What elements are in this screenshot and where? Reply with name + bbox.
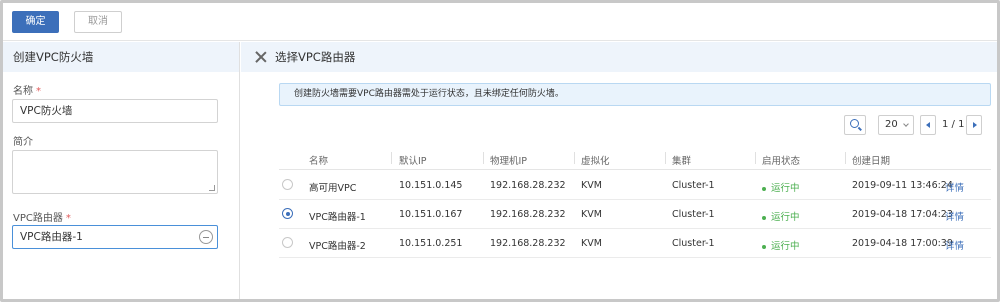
cell-cluster: Cluster-1 bbox=[672, 238, 715, 249]
column-header-name: 名称 bbox=[309, 156, 329, 167]
column-header-host-ip: 物理机IP bbox=[490, 156, 528, 167]
cell-hypervisor: KVM bbox=[581, 209, 602, 220]
column-header-hypervisor: 虚拟化 bbox=[581, 156, 610, 167]
chevron-down-icon bbox=[903, 121, 909, 127]
cell-cluster: Cluster-1 bbox=[672, 180, 715, 191]
cell-name: 高可用VPC bbox=[309, 183, 357, 194]
page-size-select[interactable]: 20 bbox=[878, 115, 914, 135]
resize-grip-icon[interactable] bbox=[209, 185, 215, 191]
status-badge: 运行中 bbox=[762, 180, 800, 194]
column-header-default-ip: 默认IP bbox=[399, 156, 427, 167]
cancel-button[interactable]: 取消 bbox=[74, 11, 122, 33]
minus-circle-icon[interactable] bbox=[199, 230, 213, 244]
column-divider bbox=[845, 152, 846, 164]
router-panel-header: 选择VPC路由器 bbox=[241, 42, 997, 72]
vpc-router-label: VPC路由器 * bbox=[13, 213, 71, 224]
name-label: 名称 * bbox=[13, 86, 41, 97]
cell-default-ip: 10.151.0.167 bbox=[399, 209, 463, 220]
table-row[interactable]: VPC路由器-1 10.151.0.167 192.168.28.232 KVM… bbox=[279, 200, 991, 229]
vpc-router-value: VPC路由器-1 bbox=[20, 231, 83, 243]
search-button[interactable] bbox=[844, 115, 866, 135]
close-icon[interactable] bbox=[254, 50, 268, 64]
cell-hypervisor: KVM bbox=[581, 180, 602, 191]
table-row[interactable]: 高可用VPC 10.151.0.145 192.168.28.232 KVM C… bbox=[279, 171, 991, 200]
page-size-value: 20 bbox=[885, 119, 898, 130]
status-badge: 运行中 bbox=[762, 238, 800, 252]
cell-cluster: Cluster-1 bbox=[672, 209, 715, 220]
details-link[interactable]: 详情 bbox=[945, 209, 964, 223]
description-label: 简介 bbox=[13, 137, 33, 148]
triangle-left-icon bbox=[926, 122, 930, 128]
select-router-panel: 选择VPC路由器 创建防火墙需要VPC路由器需处于运行状态，且未绑定任何防火墙。… bbox=[241, 42, 997, 299]
status-dot-icon bbox=[762, 186, 766, 191]
triangle-right-icon bbox=[973, 122, 977, 128]
cell-created: 2019-04-18 17:00:39 bbox=[852, 238, 953, 249]
create-firewall-panel: 创建VPC防火墙 名称 * VPC防火墙 简介 VPC路由器 * VPC路由器-1 bbox=[3, 42, 240, 299]
cell-name: VPC路由器-2 bbox=[309, 241, 366, 252]
cell-host-ip: 192.168.28.232 bbox=[490, 180, 566, 191]
details-link[interactable]: 详情 bbox=[945, 180, 964, 194]
column-divider bbox=[574, 152, 575, 164]
required-mark: * bbox=[65, 213, 71, 224]
column-divider bbox=[391, 152, 392, 164]
column-divider bbox=[483, 152, 484, 164]
column-divider bbox=[665, 152, 666, 164]
details-link[interactable]: 详情 bbox=[945, 238, 964, 252]
column-divider bbox=[755, 152, 756, 164]
table-row[interactable]: VPC路由器-2 10.151.0.251 192.168.28.232 KVM… bbox=[279, 229, 991, 258]
cell-host-ip: 192.168.28.232 bbox=[490, 209, 566, 220]
vpc-router-select[interactable]: VPC路由器-1 bbox=[12, 225, 218, 249]
cell-name: VPC路由器-1 bbox=[309, 212, 366, 223]
column-header-status: 启用状态 bbox=[762, 156, 801, 167]
status-dot-icon bbox=[762, 215, 766, 220]
table-header: 名称 默认IP 物理机IP 虚拟化 集群 启用状态 创建日期 bbox=[279, 146, 991, 170]
panel-title: 创建VPC防火墙 bbox=[3, 42, 239, 72]
row-radio[interactable] bbox=[282, 237, 293, 248]
confirm-button[interactable]: 确定 bbox=[12, 11, 59, 33]
required-mark: * bbox=[36, 86, 41, 97]
cell-hypervisor: KVM bbox=[581, 238, 602, 249]
status-dot-icon bbox=[762, 244, 766, 249]
page-indicator: 1 / 1 bbox=[942, 119, 965, 130]
info-notice: 创建防火墙需要VPC路由器需处于运行状态，且未绑定任何防火墙。 bbox=[279, 83, 991, 106]
row-radio[interactable] bbox=[282, 208, 293, 219]
column-header-cluster: 集群 bbox=[672, 156, 692, 167]
search-icon bbox=[850, 119, 859, 128]
cell-host-ip: 192.168.28.232 bbox=[490, 238, 566, 249]
status-badge: 运行中 bbox=[762, 209, 800, 223]
cell-default-ip: 10.151.0.145 bbox=[399, 180, 463, 191]
cell-created: 2019-09-11 13:46:24 bbox=[852, 180, 953, 191]
next-page-button[interactable] bbox=[966, 115, 982, 135]
prev-page-button[interactable] bbox=[920, 115, 936, 135]
column-header-created: 创建日期 bbox=[852, 156, 891, 167]
router-panel-title: 选择VPC路由器 bbox=[275, 50, 356, 64]
name-input[interactable]: VPC防火墙 bbox=[12, 99, 218, 123]
cell-default-ip: 10.151.0.251 bbox=[399, 238, 463, 249]
action-bar: 确定 取消 bbox=[3, 3, 997, 41]
row-radio[interactable] bbox=[282, 179, 293, 190]
description-textarea[interactable] bbox=[12, 150, 218, 194]
cell-created: 2019-04-18 17:04:23 bbox=[852, 209, 953, 220]
